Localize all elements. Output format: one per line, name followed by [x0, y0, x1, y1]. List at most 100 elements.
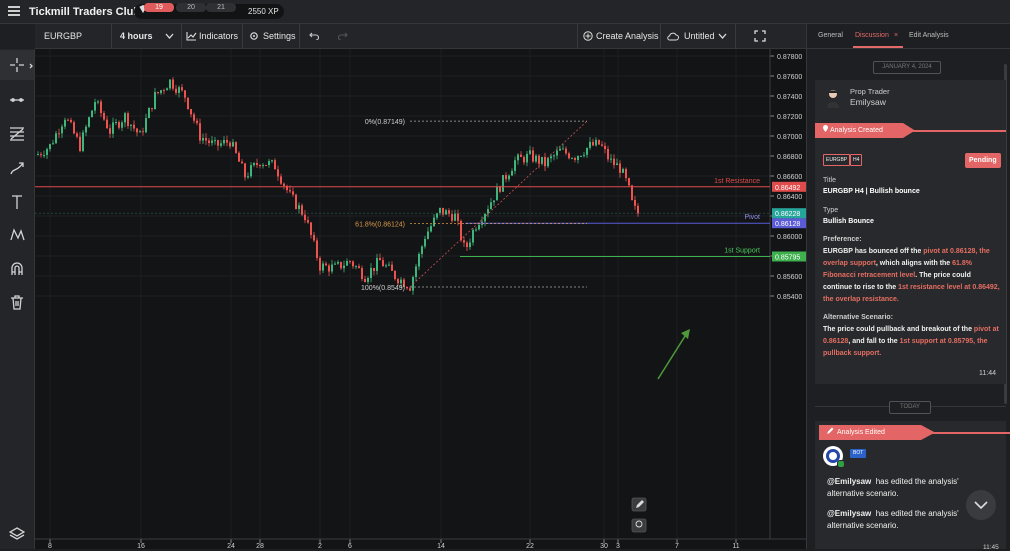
fib-tool[interactable]	[0, 118, 34, 148]
candle-body	[469, 242, 471, 248]
candle-body	[409, 288, 411, 291]
time-tick-label: 6	[348, 543, 352, 549]
candle-body	[238, 152, 240, 162]
undo-icon[interactable]	[309, 32, 319, 40]
interval-select[interactable]: 4 hours	[120, 24, 153, 48]
support-price-text: 0.85795	[775, 255, 800, 262]
gear-icon[interactable]	[249, 31, 259, 41]
message-time: 11:44	[979, 370, 996, 377]
fib-100-label: 100%(0.8549)	[361, 285, 405, 292]
price-chart[interactable]: 0.87800 0.87600 0.87400 0.87200 0.87000 0.868…	[35, 49, 806, 549]
title-label: Title	[823, 177, 836, 184]
candle-body	[544, 157, 546, 167]
candle-body	[211, 140, 213, 144]
redo-icon[interactable]	[338, 32, 348, 40]
chevron-down-icon	[974, 501, 988, 509]
pattern-icon	[10, 228, 25, 241]
author-name[interactable]: Emilysaw	[850, 97, 886, 107]
layout-name[interactable]: Untitled	[684, 24, 715, 48]
candle-body	[598, 139, 600, 145]
candle-body	[436, 213, 438, 218]
price-tick-label: 0.87200	[777, 114, 802, 121]
alternative-label: Alternative Scenario:	[823, 314, 894, 321]
brush-tool[interactable]	[0, 153, 34, 183]
indicators-button[interactable]: Indicators	[199, 24, 238, 48]
delete-tool[interactable]	[0, 287, 34, 317]
candle-body	[70, 119, 72, 123]
projection-arrowhead	[681, 329, 690, 339]
candle-body	[589, 141, 591, 148]
candle-body	[346, 261, 348, 266]
preference-text: EURGBP has bounced off the pivot at 0.86…	[823, 248, 1000, 303]
candle-body	[550, 156, 552, 159]
candle-body	[187, 97, 189, 110]
plus-circle-icon[interactable]	[583, 31, 593, 41]
candle-body	[556, 150, 558, 156]
indicators-icon[interactable]	[186, 31, 197, 41]
layers-tool[interactable]	[0, 519, 34, 549]
resistance-label: 1st Resistance	[714, 178, 760, 185]
candle-body	[229, 142, 231, 147]
chart-canvas[interactable]: 0.87800 0.87600 0.87400 0.87200 0.87000 0.868…	[35, 49, 806, 549]
candle-body	[424, 238, 426, 247]
candle-body	[445, 210, 447, 215]
tab-edit-analysis[interactable]: Edit Analysis	[909, 32, 949, 39]
trendline-tool[interactable]	[0, 85, 34, 115]
candle-body	[574, 158, 576, 160]
candle-body	[475, 229, 477, 231]
tab-discussion[interactable]: Discussion	[855, 32, 889, 39]
symbol-search[interactable]: EURGBP	[44, 24, 82, 48]
candle-body	[223, 139, 225, 144]
candle-body	[127, 113, 129, 126]
fullscreen-icon[interactable]	[754, 30, 766, 42]
create-analysis-button[interactable]: Create Analysis	[596, 24, 659, 48]
edit-message-2: @Emilysaw has edited the analysis' alter…	[827, 509, 959, 530]
candle-body	[88, 117, 90, 127]
candle-body	[169, 79, 171, 89]
menu-icon[interactable]	[8, 6, 20, 16]
time-tick-label: 16	[137, 543, 145, 549]
text-tool[interactable]	[0, 187, 34, 217]
candle-body	[367, 277, 369, 282]
candle-body	[52, 143, 54, 145]
candle-body	[493, 200, 495, 203]
candle-body	[514, 160, 516, 171]
candle-body	[184, 90, 186, 98]
candle-body	[142, 131, 144, 133]
fib-0-label: 0%(0.87149)	[365, 119, 405, 126]
crosshair-tool[interactable]	[0, 50, 34, 80]
tab-general[interactable]: General	[818, 32, 843, 39]
bot-avatar	[823, 446, 845, 468]
candle-body	[100, 101, 102, 114]
candle-body	[430, 226, 432, 232]
candle-body	[79, 136, 81, 152]
chevron-down-icon[interactable]	[718, 33, 727, 39]
cloud-icon[interactable]	[667, 32, 679, 41]
candle-body	[355, 266, 357, 268]
magnet-tool[interactable]	[0, 254, 34, 284]
edit-message: Analysis Edited BOT @Emilysaw has edited…	[815, 421, 1010, 551]
pin-icon	[823, 125, 828, 132]
date-separator-today: TODAY	[889, 401, 931, 414]
timeframe-badge: H4	[850, 154, 863, 166]
analysis-created-banner: Analysis Created	[815, 123, 915, 138]
settings-button[interactable]: Settings	[263, 24, 296, 48]
analysis-edited-banner: Analysis Edited	[819, 425, 935, 440]
chart-toolbar: EURGBP 4 hours Indicators Settings Creat…	[35, 24, 806, 49]
tab-close-icon[interactable]: ×	[894, 32, 898, 39]
price-tick-label: 0.87600	[777, 74, 802, 81]
candle-body	[562, 148, 564, 150]
chevron-down-icon[interactable]	[165, 33, 174, 39]
title-value: EURGBP H4 | Bullish bounce	[823, 188, 920, 195]
candle-body	[472, 229, 474, 243]
candle-body	[607, 149, 609, 160]
price-tick-label: 0.86000	[777, 234, 802, 241]
candle-body	[163, 90, 165, 92]
price-tick-label: 0.86600	[777, 174, 802, 181]
candle-body	[106, 119, 108, 129]
candle-body	[46, 149, 48, 156]
pattern-tool[interactable]	[0, 220, 34, 250]
scroll-down-button[interactable]	[966, 490, 996, 520]
time-tick-label: 14	[437, 543, 445, 549]
candle-body	[319, 257, 321, 271]
